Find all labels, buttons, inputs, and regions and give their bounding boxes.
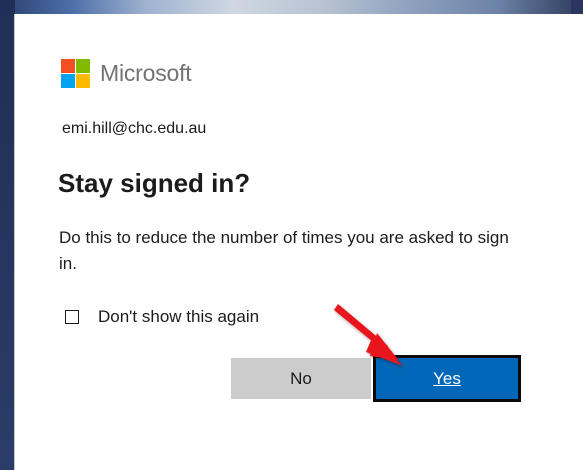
- account-email: emi.hill@chc.edu.au: [62, 120, 207, 137]
- microsoft-logo: Microsoft: [61, 59, 192, 88]
- page-title: Stay signed in?: [58, 168, 251, 198]
- dont-show-again-label[interactable]: Don't show this again: [98, 307, 259, 327]
- dont-show-again-checkbox[interactable]: [65, 310, 79, 324]
- brand-name: Microsoft: [100, 60, 192, 86]
- logo-square-blue: [61, 74, 75, 88]
- yes-button[interactable]: Yes: [373, 355, 521, 402]
- microsoft-squares-icon: [61, 59, 90, 88]
- no-button[interactable]: No: [231, 358, 371, 399]
- dont-show-again-option[interactable]: Don't show this again: [65, 307, 259, 327]
- background-desktop-edge: [0, 0, 15, 470]
- dialog-description: Do this to reduce the number of times yo…: [59, 228, 509, 273]
- logo-square-yellow: [76, 74, 90, 88]
- background-desktop-strip: [0, 0, 583, 14]
- logo-square-red: [61, 59, 75, 73]
- background-desktop-corner: [571, 0, 583, 14]
- logo-square-green: [76, 59, 90, 73]
